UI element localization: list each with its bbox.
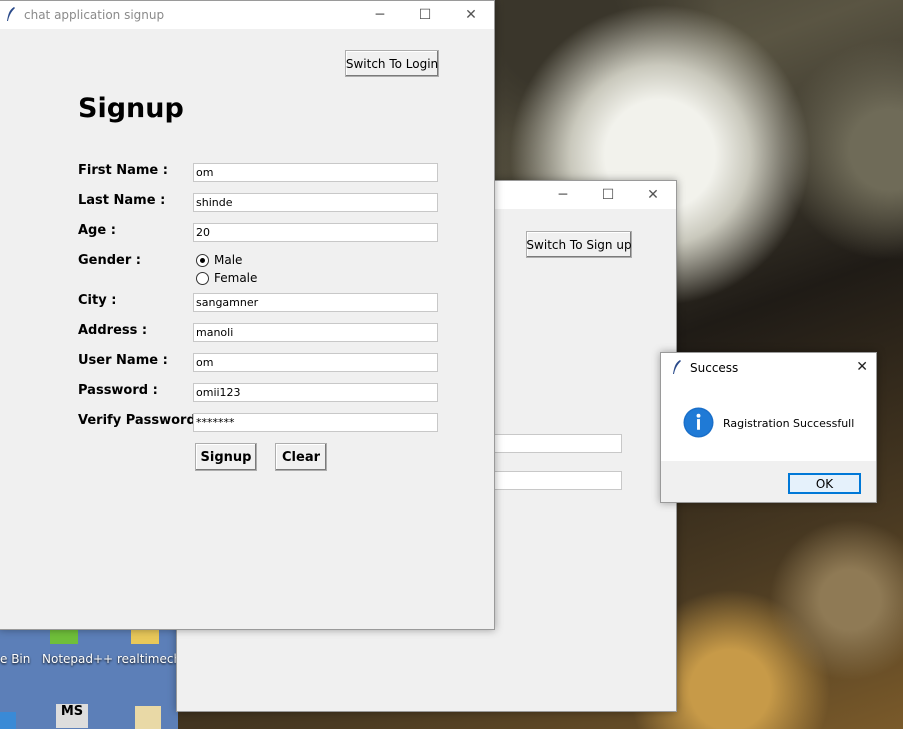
verify-password-field[interactable]: ******* xyxy=(193,413,438,432)
feather-icon xyxy=(673,360,681,374)
first-name-field[interactable]: om xyxy=(193,163,438,182)
switch-to-signup-button[interactable]: Switch To Sign up xyxy=(526,231,632,258)
city-label: City : xyxy=(78,293,117,308)
last-name-label: Last Name : xyxy=(78,193,166,208)
gender-female-label[interactable]: Female xyxy=(214,271,257,285)
folder-icon xyxy=(131,628,159,644)
folder-icon[interactable] xyxy=(135,706,161,729)
desktop-icon-notepadpp[interactable]: Notepad++ xyxy=(42,628,114,666)
signup-window: chat application signup ─ ☐ ✕ Switch To … xyxy=(0,0,495,630)
page-title: Signup xyxy=(78,93,184,124)
age-label: Age : xyxy=(78,223,116,238)
password-label: Password : xyxy=(78,383,158,398)
notepadpp-icon xyxy=(50,628,78,644)
close-icon[interactable]: ✕ xyxy=(630,181,676,209)
close-icon[interactable]: ✕ xyxy=(856,359,868,375)
dialog-titlebar[interactable]: Success ✕ xyxy=(661,353,876,381)
switch-to-login-button[interactable]: Switch To Login xyxy=(345,50,439,77)
username-field[interactable]: om xyxy=(193,353,438,372)
app-icon[interactable] xyxy=(0,712,16,729)
username-label: User Name : xyxy=(78,353,168,368)
info-icon xyxy=(683,407,714,438)
gender-female-radio[interactable] xyxy=(196,272,209,285)
signup-titlebar[interactable]: chat application signup ─ ☐ ✕ xyxy=(0,1,494,29)
gender-male-label[interactable]: Male xyxy=(214,253,242,267)
desktop-icon-recycle-bin[interactable]: e Bin xyxy=(0,652,30,666)
ok-button[interactable]: OK xyxy=(788,473,861,494)
close-icon[interactable]: ✕ xyxy=(448,1,494,29)
minimize-icon[interactable]: ─ xyxy=(540,181,586,209)
city-field[interactable]: sangamner xyxy=(193,293,438,312)
minimize-icon[interactable]: ─ xyxy=(357,1,403,29)
password-field[interactable]: omii123 xyxy=(193,383,438,402)
feather-icon xyxy=(7,7,15,21)
signup-button[interactable]: Signup xyxy=(195,443,257,471)
maximize-icon[interactable]: ☐ xyxy=(402,1,448,29)
ms-icon-label: MS xyxy=(60,704,84,719)
window-title: chat application signup xyxy=(24,8,165,22)
success-dialog: Success ✕ Ragistration Successfull OK xyxy=(660,352,877,503)
age-field[interactable]: 20 xyxy=(193,223,438,242)
clear-button[interactable]: Clear xyxy=(275,443,327,471)
gender-male-radio[interactable] xyxy=(196,254,209,267)
dialog-message: Ragistration Successfull xyxy=(723,417,855,430)
verify-password-label: Verify Password xyxy=(78,413,196,428)
first-name-label: First Name : xyxy=(78,163,168,178)
desktop-icon-ms[interactable]: MS xyxy=(56,704,88,728)
last-name-field[interactable]: shinde xyxy=(193,193,438,212)
address-field[interactable]: manoli xyxy=(193,323,438,342)
desktop-icon-label: Notepad++ xyxy=(42,652,114,666)
login-username-field[interactable] xyxy=(494,434,622,453)
address-label: Address : xyxy=(78,323,148,338)
desktop-icon-label: e Bin xyxy=(0,652,31,666)
login-password-field[interactable] xyxy=(494,471,622,490)
gender-label: Gender : xyxy=(78,253,142,268)
dialog-title: Success xyxy=(690,361,739,375)
maximize-icon[interactable]: ☐ xyxy=(585,181,631,209)
